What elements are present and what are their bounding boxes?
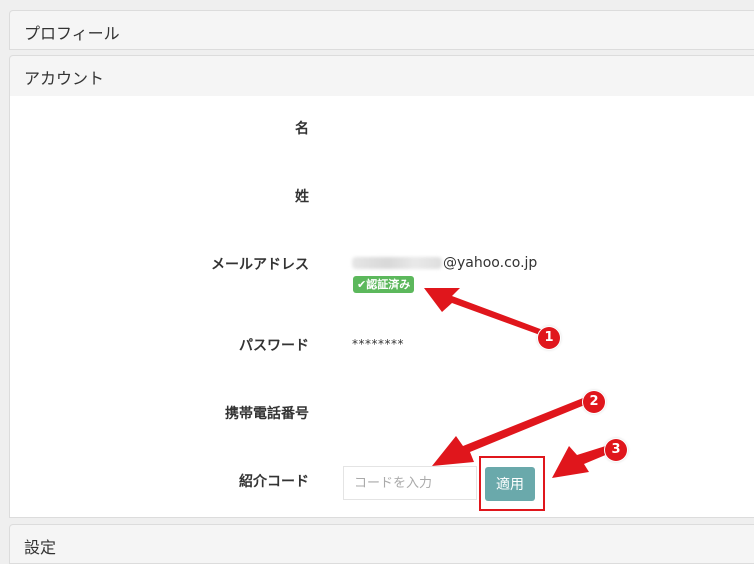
settings-section-header[interactable]: 設定: [9, 524, 754, 564]
callout-1: 1: [538, 327, 560, 349]
callout-3: 3: [605, 439, 627, 461]
arrow-1: [424, 288, 543, 335]
callout-2: 2: [583, 391, 605, 413]
settings-section-title: 設定: [24, 538, 57, 557]
annotation-arrows: [424, 288, 615, 478]
